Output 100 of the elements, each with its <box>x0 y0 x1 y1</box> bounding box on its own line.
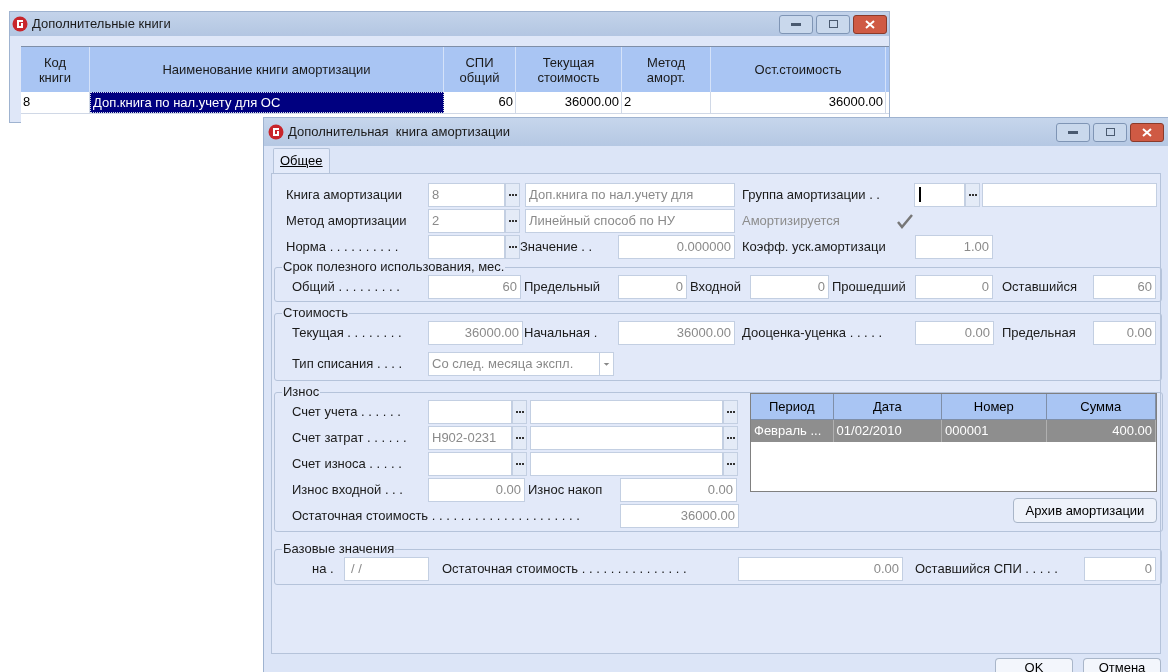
field-label: Коэфф. уск.амортизаци <box>742 237 887 256</box>
browse-button[interactable] <box>723 425 738 450</box>
input-field[interactable] <box>530 399 723 424</box>
field-label: Текущая . . . . . . . . <box>292 323 403 342</box>
browse-button[interactable] <box>723 451 738 476</box>
table-cell[interactable]: 36000.00 <box>516 92 622 113</box>
close-icon <box>865 19 875 29</box>
input-field[interactable]: 0.00 <box>620 477 737 502</box>
input-field[interactable]: 60 <box>1093 274 1156 299</box>
input-field[interactable]: 8 <box>428 182 505 207</box>
input-field[interactable]: 0.00 <box>915 320 994 345</box>
app-logo-icon <box>268 124 284 140</box>
table-row[interactable]: Февраль ... 01/02/2010 000001 400.00 <box>751 420 1156 442</box>
tab[interactable]: Общее <box>273 148 330 173</box>
browse-button[interactable] <box>512 399 527 424</box>
table-cell: 000001 <box>942 420 1047 442</box>
ellipsis-icon <box>726 436 735 439</box>
column-header[interactable]: Период <box>751 394 834 419</box>
input-field[interactable] <box>530 451 723 476</box>
ellipsis-icon <box>968 193 977 196</box>
input-field[interactable] <box>428 399 512 424</box>
column-header[interactable]: Номер <box>942 394 1047 419</box>
input-field[interactable]: 0.00 <box>1093 320 1156 345</box>
table-cell[interactable]: Доп.книга по нал.учету для ОС <box>90 92 444 113</box>
input-field[interactable]: 0 <box>915 274 993 299</box>
table-cell[interactable]: 36000.00 <box>711 92 886 113</box>
archive-button[interactable]: Архив амортизации <box>1013 498 1157 523</box>
input-field[interactable]: 0.000000 <box>618 234 735 259</box>
input-field[interactable]: 1.00 <box>915 234 993 259</box>
field-label: Тип списания . . . . <box>292 354 404 373</box>
table-cell: 01/02/2010 <box>833 420 943 442</box>
table-cell[interactable]: 60 <box>444 92 516 113</box>
input-field[interactable]: 36000.00 <box>618 320 735 345</box>
checkbox-label: Амортизируется <box>742 211 841 230</box>
browse-button[interactable] <box>965 182 980 207</box>
ellipsis-icon <box>508 245 517 248</box>
ellipsis-icon <box>726 462 735 465</box>
field-label: Остаточная стоимость . . . . . . . . . . . . . . . . . . . . . <box>292 506 581 525</box>
field-label: Оставшийся <box>1002 277 1079 296</box>
input-field[interactable] <box>530 425 723 450</box>
field-label: Счет учета . . . . . . <box>292 402 402 421</box>
checkmark-icon <box>896 212 914 229</box>
input-field[interactable]: 0 <box>618 274 687 299</box>
field-label: Счет затрат . . . . . . <box>292 428 408 447</box>
ellipsis-icon <box>515 462 524 465</box>
column-header[interactable]: Сумма <box>1046 394 1156 419</box>
input-field[interactable] <box>914 182 965 207</box>
input-field[interactable] <box>428 234 505 259</box>
browse-button[interactable] <box>723 399 738 424</box>
field-label: Норма . . . . . . . . . . <box>286 237 400 256</box>
ellipsis-icon <box>515 436 524 439</box>
input-field[interactable] <box>428 451 512 476</box>
column-header[interactable]: Код книги <box>21 47 90 92</box>
maximize-icon <box>1105 128 1115 136</box>
input-field[interactable]: 0.00 <box>428 477 525 502</box>
field-label: Метод амортизации <box>286 211 408 230</box>
input-field[interactable]: 0.00 <box>738 556 903 581</box>
window-title: Дополнительные книги <box>32 15 172 34</box>
app-logo-icon <box>12 16 28 32</box>
browse-button[interactable] <box>505 182 520 207</box>
field-label: Книга амортизации <box>286 185 404 204</box>
column-header[interactable]: Ост.стоимость <box>711 47 886 92</box>
field-label: Дооценка-уценка . . . . . <box>742 323 884 342</box>
minimize-button[interactable] <box>1056 122 1090 142</box>
column-header[interactable]: Текущая стоимость <box>516 47 622 92</box>
input-field[interactable]: 0 <box>1084 556 1156 581</box>
column-header[interactable]: Метод аморт. <box>622 47 711 92</box>
input-field[interactable]: 0 <box>750 274 829 299</box>
column-header[interactable]: СПИ общий <box>444 47 516 92</box>
ellipsis-icon <box>508 219 517 222</box>
input-field[interactable]: Доп.книга по нал.учету для <box>525 182 735 207</box>
dialog-button[interactable]: OK <box>995 658 1073 672</box>
browse-button[interactable] <box>505 208 520 233</box>
browse-button[interactable] <box>505 234 520 259</box>
input-field[interactable] <box>982 182 1157 207</box>
field-label: Значение . . <box>520 237 594 256</box>
browse-button[interactable] <box>512 425 527 450</box>
input-field[interactable]: 2 <box>428 208 505 233</box>
column-header[interactable]: Дата <box>833 394 943 419</box>
browse-button[interactable] <box>512 451 527 476</box>
input-field[interactable]: Линейный способ по НУ <box>525 208 735 233</box>
minimize-button[interactable] <box>779 14 813 34</box>
maximize-button[interactable] <box>1093 122 1127 142</box>
field-label: Общий . . . . . . . . . <box>292 277 401 296</box>
close-button[interactable] <box>1130 122 1164 142</box>
input-field[interactable]: 36000.00 <box>620 503 739 528</box>
dialog-button[interactable]: Отмена <box>1083 658 1161 672</box>
input-field[interactable]: 60 <box>428 274 521 299</box>
input-field[interactable]: / / <box>344 556 429 581</box>
dropdown[interactable]: Со след. месяца экспл. <box>428 351 614 376</box>
maximize-button[interactable] <box>816 14 850 34</box>
field-label: на . <box>312 559 335 578</box>
field-label: Входной <box>690 277 743 296</box>
group-title: Износ <box>282 385 321 399</box>
close-button[interactable] <box>853 14 887 34</box>
table-cell[interactable]: 2 <box>622 92 711 113</box>
minimize-icon <box>1068 130 1078 134</box>
input-field[interactable]: 36000.00 <box>428 320 523 345</box>
field-label: Предельный <box>524 277 602 296</box>
input-field[interactable]: Н902-0231 <box>428 425 512 450</box>
